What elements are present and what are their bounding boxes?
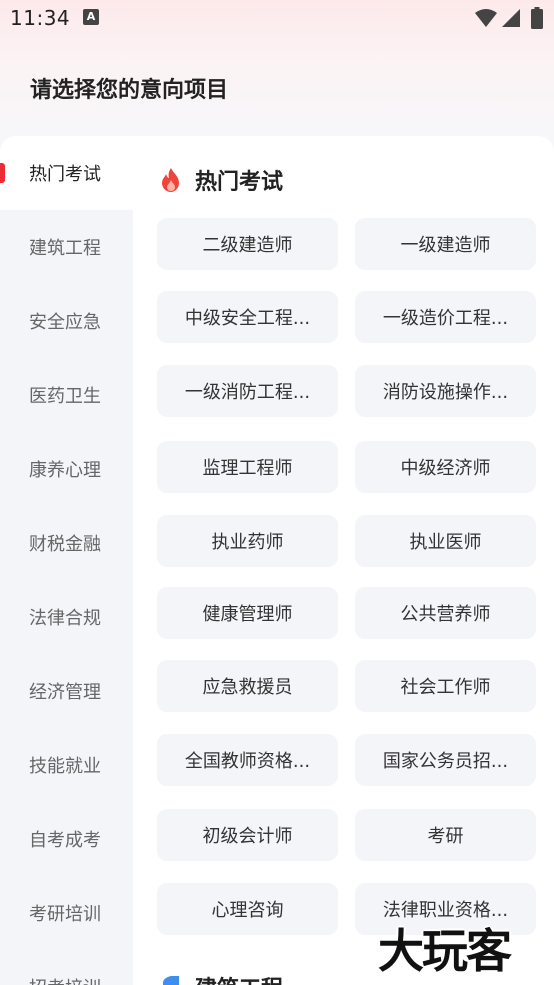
section-header: 热门考试 (157, 164, 283, 196)
watermark-logo: 大玩客 (378, 924, 512, 978)
section-header: 建筑工程 (157, 971, 283, 985)
section-title: 热门考试 (195, 170, 284, 195)
exam-tag[interactable]: 社会工作师 (355, 660, 536, 712)
sidebar-item-label: 法律合规 (29, 608, 101, 629)
sidebar-item-label: 财税金融 (29, 534, 101, 555)
exam-tag[interactable]: 一级消防工程... (157, 365, 338, 417)
status-bar: 11:34 A (0, 0, 554, 38)
exam-tag[interactable]: 公共营养师 (355, 587, 536, 639)
exam-tag[interactable]: 二级建造师 (157, 218, 338, 270)
section-title: 建筑工程 (195, 971, 283, 985)
exam-tag[interactable]: 全国教师资格... (157, 734, 338, 786)
building-icon (163, 976, 179, 985)
selection-panel: 热门考试 建筑工程 安全应急 医药卫生 康养心理 财税金融 法律合规 经济管理 … (0, 136, 554, 985)
exam-tag[interactable]: 执业医师 (355, 515, 536, 567)
sidebar-item-self-study[interactable]: 自考成考 (0, 802, 133, 876)
sidebar-item-finance[interactable]: 财税金融 (0, 506, 133, 580)
exam-tag[interactable]: 一级建造师 (355, 218, 536, 270)
exam-tag[interactable]: 一级造价工程... (355, 291, 536, 343)
sidebar-item-label: 医药卫生 (29, 386, 101, 407)
exam-tag[interactable]: 初级会计师 (157, 809, 338, 861)
sidebar-item-wellness[interactable]: 康养心理 (0, 432, 133, 506)
active-marker (0, 163, 5, 183)
sidebar-item-label: 经济管理 (29, 682, 101, 703)
exam-tag[interactable]: 中级安全工程... (157, 291, 338, 343)
exam-tag[interactable]: 考研 (355, 809, 536, 861)
sidebar-item-label: 考研培训 (29, 904, 101, 925)
sidebar-item-construction[interactable]: 建筑工程 (0, 210, 133, 284)
status-time: 11:34 (10, 6, 71, 30)
wifi-icon (475, 9, 497, 27)
exam-tag[interactable]: 消防设施操作... (355, 365, 536, 417)
page-title: 请选择您的意向项目 (30, 78, 229, 103)
battery-icon (531, 7, 543, 29)
signal-icon (502, 9, 520, 27)
exam-list: 热门考试 二级建造师 一级建造师 中级安全工程... 一级造价工程... 一级消… (133, 136, 554, 985)
sidebar-item-postgrad[interactable]: 考研培训 (0, 876, 133, 950)
category-sidebar: 热门考试 建筑工程 安全应急 医药卫生 康养心理 财税金融 法律合规 经济管理 … (0, 136, 133, 985)
sidebar-item-skills[interactable]: 技能就业 (0, 728, 133, 802)
exam-tag[interactable]: 健康管理师 (157, 587, 338, 639)
sidebar-item-medicine[interactable]: 医药卫生 (0, 358, 133, 432)
flame-icon (162, 168, 179, 192)
sidebar-item-law[interactable]: 法律合规 (0, 580, 133, 654)
sidebar-item-label: 建筑工程 (29, 238, 101, 259)
sidebar-item-label: 技能就业 (29, 756, 101, 777)
sidebar-item-safety[interactable]: 安全应急 (0, 284, 133, 358)
exam-tag[interactable]: 监理工程师 (157, 441, 338, 493)
sidebar-item-recruitment[interactable]: 招考培训 (0, 950, 133, 985)
exam-tag[interactable]: 执业药师 (157, 515, 338, 567)
sidebar-item-label: 自考成考 (29, 830, 101, 851)
sidebar-item-hot-exams[interactable]: 热门考试 (0, 136, 133, 210)
exam-tag[interactable]: 国家公务员招... (355, 734, 536, 786)
exam-tag[interactable]: 心理咨询 (157, 883, 338, 935)
exam-tag[interactable]: 中级经济师 (355, 441, 536, 493)
sidebar-item-label: 康养心理 (29, 460, 101, 481)
sidebar-item-label: 热门考试 (29, 164, 101, 185)
sidebar-item-label: 安全应急 (29, 312, 101, 333)
exam-tag[interactable]: 应急救援员 (157, 660, 338, 712)
notification-icon: A (83, 9, 99, 25)
sidebar-item-label: 招考培训 (29, 974, 101, 985)
sidebar-item-economics[interactable]: 经济管理 (0, 654, 133, 728)
